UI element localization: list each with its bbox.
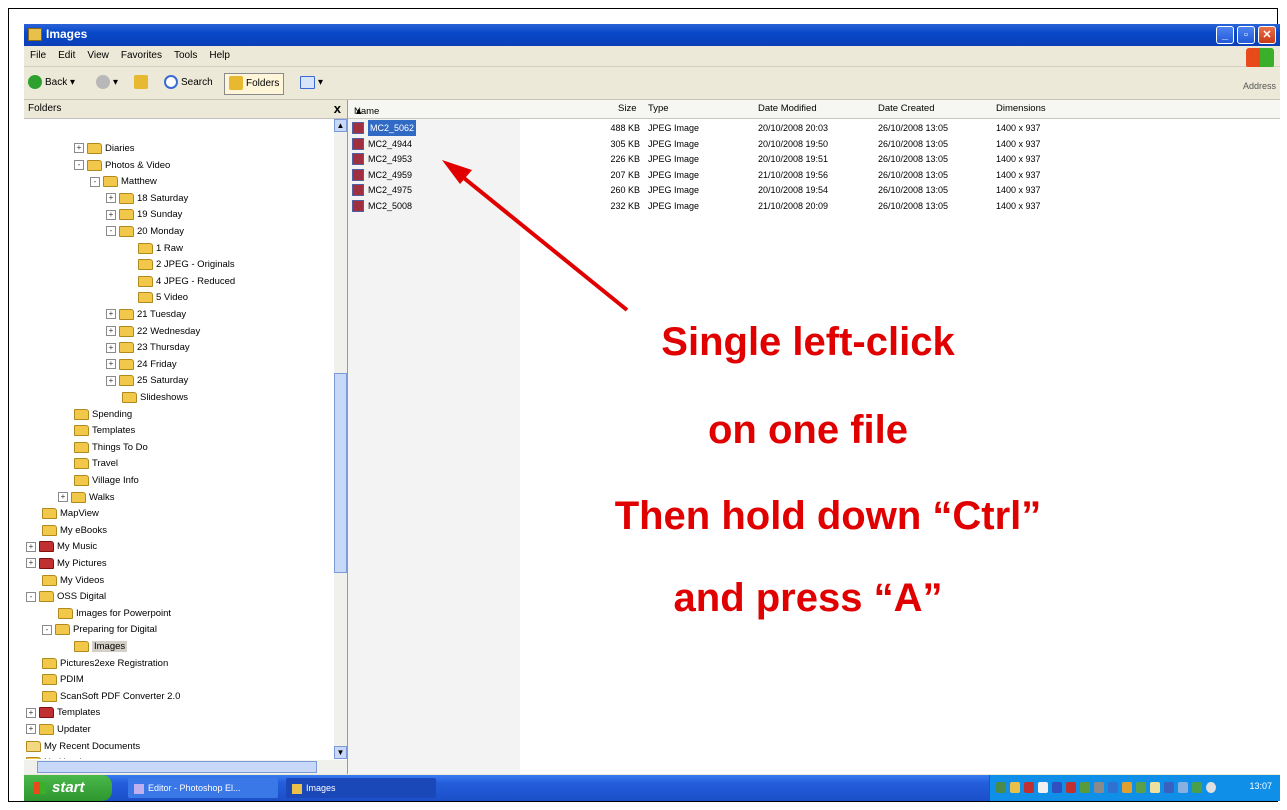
taskbar-item-photoshop[interactable]: Editor - Photoshop El... <box>128 778 278 798</box>
tray-icon[interactable] <box>1094 782 1104 793</box>
tray-icon[interactable] <box>1150 782 1160 793</box>
tray-icon[interactable] <box>1066 782 1076 793</box>
photoshop-icon <box>134 783 144 794</box>
tray-icon[interactable] <box>1192 782 1202 793</box>
folder-icon <box>292 783 302 794</box>
windows-flag-icon <box>34 782 46 795</box>
instruction-line-3: Then hold down “Ctrl” <box>614 494 1042 538</box>
clock: 13:07 <box>1249 781 1272 791</box>
tray-icon[interactable] <box>1108 782 1118 793</box>
tray-icon[interactable] <box>1024 782 1034 793</box>
tray-icon[interactable] <box>1164 782 1174 793</box>
arrow-shaft <box>452 168 629 312</box>
tray-icon[interactable] <box>1052 782 1062 793</box>
taskbar: start Editor - Photoshop El... Images 13… <box>24 775 1280 801</box>
instruction-line-1: Single left-click <box>661 320 955 364</box>
taskbar-item-images[interactable]: Images <box>286 778 436 798</box>
explorer-window: Images _ ▫ ✕ File Edit View Favorites Tools H… <box>24 24 1280 801</box>
tray-icon[interactable] <box>1010 782 1020 793</box>
tray-icon[interactable] <box>1136 782 1146 793</box>
tray-icon[interactable] <box>1122 782 1132 793</box>
tray-icon[interactable] <box>1178 782 1188 793</box>
instruction-line-2: on one file <box>708 408 908 452</box>
tray-icon[interactable] <box>996 782 1006 793</box>
tray-icon[interactable] <box>1206 782 1216 793</box>
instruction-line-4: and press “A” <box>673 576 943 620</box>
tray-icon[interactable] <box>1038 782 1048 793</box>
start-button[interactable]: start <box>24 775 112 801</box>
system-tray: 13:07 <box>989 775 1280 801</box>
tray-icon[interactable] <box>1080 782 1090 793</box>
